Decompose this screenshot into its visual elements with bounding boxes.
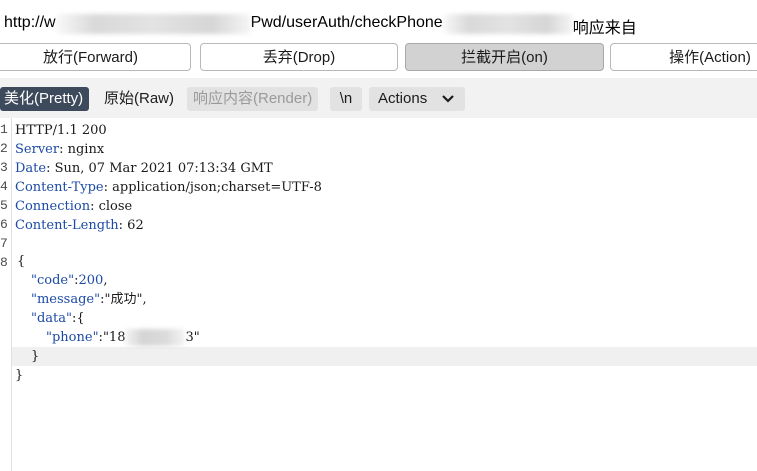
json-inner-close: } <box>31 349 40 364</box>
view-toolbar: 美化(Pretty) 原始(Raw) 响应内容(Render) \n Actio… <box>0 78 757 118</box>
header-value: : application/json;charset=UTF-8 <box>103 180 322 195</box>
header-value: : 62 <box>118 218 144 233</box>
json-key: "code" <box>31 273 75 288</box>
line-number: 5 <box>0 198 8 213</box>
json-key: "data" <box>31 311 73 326</box>
line-number: 4 <box>0 179 8 194</box>
url-bar: http://w Pwd/userAuth/checkPhone 响应来自 <box>0 0 757 44</box>
json-value-end: 3" <box>185 330 200 345</box>
json-key: "message" <box>31 292 101 307</box>
tab-raw[interactable]: 原始(Raw) <box>98 87 180 111</box>
header-line: Content-Type: application/json;charset=U… <box>15 178 322 197</box>
header-value: : Sun, 07 Mar 2021 07:13:34 GMT <box>46 161 273 176</box>
json-key: "phone" <box>46 330 99 345</box>
line-number: 3 <box>0 160 8 175</box>
actions-dropdown[interactable]: Actions <box>369 87 465 111</box>
json-message-line: "message":"成功", <box>31 292 147 307</box>
header-key: Date <box>15 161 47 176</box>
action-button[interactable]: 操作(Action) <box>610 43 757 71</box>
json-outer-close: } <box>15 368 24 383</box>
header-key: Content-Type <box>15 180 104 195</box>
current-line-highlight <box>12 347 757 366</box>
json-value-start: "18 <box>102 330 126 345</box>
header-key: Content-Length <box>15 218 119 233</box>
actions-label: Actions <box>378 90 428 107</box>
json-data-line: "data":{ <box>31 311 85 326</box>
json-phone-line: "phone":"18 3" <box>46 329 200 346</box>
chevron-down-icon <box>442 87 454 119</box>
json-value: "成功" <box>104 292 143 307</box>
header-line: Server: nginx <box>15 140 104 159</box>
url-redacted-region-2 <box>442 14 573 34</box>
drop-button[interactable]: 丢弃(Drop) <box>200 43 398 71</box>
action-button-label: 操作(Action) <box>669 49 751 66</box>
tab-render[interactable]: 响应内容(Render) <box>187 87 319 111</box>
url-path: Pwd/userAuth/checkPhone <box>250 14 443 31</box>
line-number: 8 <box>0 255 8 270</box>
header-line: Content-Length: 62 <box>15 216 144 235</box>
line-number: 2 <box>0 141 8 156</box>
response-editor[interactable]: 1 2 3 4 5 6 7 8 HTTP/1.1 200 Server: ngi… <box>0 118 757 471</box>
intercept-controls: 放行(Forward) 丢弃(Drop) 拦截开启(on) 操作(Action) <box>0 43 757 73</box>
header-key: Connection <box>15 199 91 214</box>
line-number-gutter: 1 2 3 4 5 6 7 8 <box>0 118 12 471</box>
request-url: http://w Pwd/userAuth/checkPhone 响应来自 <box>4 14 637 38</box>
json-open-brace: { <box>17 254 26 269</box>
forward-button[interactable]: 放行(Forward) <box>0 43 191 71</box>
url-redacted-region <box>55 14 251 34</box>
json-value: 200 <box>78 273 104 288</box>
json-code-line: "code":200, <box>31 273 108 288</box>
phone-redacted-region <box>125 329 186 346</box>
intercept-toggle-button[interactable]: 拦截开启(on) <box>405 43 604 71</box>
line-number: 7 <box>0 236 8 251</box>
header-value: : close <box>90 199 133 214</box>
url-prefix: http://w <box>4 14 56 31</box>
header-key: Server <box>15 142 60 157</box>
line-number: 6 <box>0 217 8 232</box>
status-line: HTTP/1.1 200 <box>15 123 107 138</box>
line-number: 1 <box>0 122 8 137</box>
header-line: Connection: close <box>15 197 132 216</box>
newline-toggle-button[interactable]: \n <box>330 87 362 111</box>
header-line: Date: Sun, 07 Mar 2021 07:13:34 GMT <box>15 159 273 178</box>
header-value: : nginx <box>59 142 105 157</box>
tab-pretty[interactable]: 美化(Pretty) <box>0 87 90 111</box>
url-suffix: 响应来自 <box>572 20 637 37</box>
